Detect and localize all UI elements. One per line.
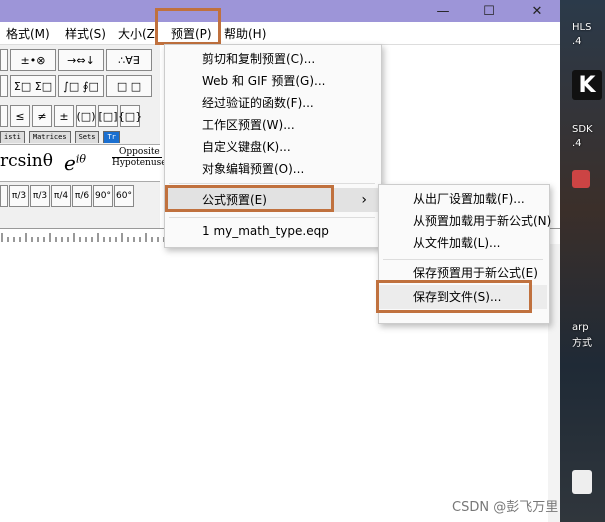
menu-item-verified-functions[interactable]: 经过验证的函数(F)... (165, 91, 314, 115)
menu-item-workspace-prefs[interactable]: 工作区预置(W)... (165, 113, 295, 137)
menu-help[interactable]: 帮助(H) (224, 25, 266, 42)
desktop-label: SDK (572, 124, 593, 135)
template-60-degrees[interactable]: 60° (114, 185, 134, 207)
desktop-shortcut-icon[interactable] (572, 170, 590, 188)
palette-arrows[interactable]: →⇔↓ (58, 49, 104, 71)
equation-prefs-highlight (165, 185, 334, 212)
tab-matrices[interactable]: Matrices (28, 131, 71, 143)
tab-trig[interactable]: Tr (103, 131, 120, 143)
palette-sums[interactable]: Σ□ Σ□ (10, 75, 56, 97)
symbol-leq[interactable]: ≤ (10, 105, 30, 127)
template-euler[interactable]: eiθ (64, 151, 86, 175)
palette-boxes[interactable]: □ □ (106, 75, 152, 97)
menu-style[interactable]: 样式(S) (65, 25, 106, 42)
save-to-file-highlight (376, 280, 532, 313)
template-pi-4[interactable]: π/4 (51, 185, 71, 207)
menu-bar: 格式(M) 样式(S) 大小(Z 预置(P) 帮助(H) (0, 22, 560, 45)
template-fraction[interactable]: Opposite Hypotenuse (112, 147, 167, 168)
palette-integrals[interactable]: ∫□ ∮□ (58, 75, 104, 97)
template-arcsin[interactable]: rcsinθ (0, 151, 53, 171)
palette-button[interactable] (0, 185, 8, 207)
desktop-app-icon[interactable]: K (572, 70, 602, 100)
preferences-dropdown: 剪切和复制预置(C)... Web 和 GIF 预置(G)... 经过验证的函数… (164, 44, 382, 248)
menu-format[interactable]: 格式(M) (6, 25, 50, 42)
template-pi-3[interactable]: π/3 (9, 185, 29, 207)
desktop-label: .4 (572, 138, 582, 149)
menu-separator (383, 259, 543, 260)
template-parens[interactable]: (□) (76, 105, 96, 127)
watermark: CSDN @彭飞万里 (452, 500, 559, 515)
close-button[interactable]: ✕ (514, 0, 560, 22)
menu-item-recent-file[interactable]: 1 my_math_type.eqp (165, 219, 329, 243)
palette-button[interactable] (0, 49, 8, 71)
menu-item-web-gif-prefs[interactable]: Web 和 GIF 预置(G)... (165, 69, 325, 93)
desktop-file-icon[interactable] (572, 470, 592, 494)
menu-item-cut-copy-prefs[interactable]: 剪切和复制预置(C)... (165, 47, 315, 71)
maximize-button[interactable]: ☐ (466, 0, 512, 22)
template-pi-6[interactable]: π/6 (72, 185, 92, 207)
symbol-plusminus[interactable]: ± (54, 105, 74, 127)
menu-item-custom-keyboard[interactable]: 自定义键盘(K)... (165, 135, 291, 159)
desktop-label: HLS (572, 22, 592, 33)
submenu-load-factory[interactable]: 从出厂设置加载(F)... (379, 187, 525, 211)
fraction-denominator: Hypotenuse (112, 158, 167, 168)
desktop-icon-letter: K (578, 72, 596, 98)
palette-button[interactable] (0, 105, 8, 127)
euler-exponent: iθ (75, 152, 86, 166)
menu-size[interactable]: 大小(Z (118, 25, 155, 42)
template-strip: rcsinθ eiθ Opposite Hypotenuse (0, 144, 167, 182)
desktop-label: arp (572, 322, 589, 333)
desktop-label: .4 (572, 36, 582, 47)
palette-operators[interactable]: ±•⊗ (10, 49, 56, 71)
title-bar: — ☐ ✕ (0, 0, 560, 22)
menu-separator (169, 217, 375, 218)
tab-sets[interactable]: Sets (74, 131, 100, 143)
desktop-background: HLS .4 K SDK .4 arp 方式 (560, 0, 605, 522)
minimize-button[interactable]: — (420, 0, 466, 22)
submenu-load-from-file[interactable]: 从文件加载(L)... (379, 231, 501, 255)
menu-preferences-highlight (155, 8, 221, 45)
template-brackets[interactable]: [□] (98, 105, 118, 127)
template-braces[interactable]: {□} (118, 105, 142, 127)
euler-base: e (64, 151, 76, 175)
submenu-load-from-prefs[interactable]: 从预置加载用于新公式(N) (379, 209, 551, 233)
template-90-degrees[interactable]: 90° (93, 185, 113, 207)
template-pi-3[interactable]: π/3 (30, 185, 50, 207)
submenu-arrow-icon: › (361, 192, 367, 208)
fraction-numerator: Opposite (112, 147, 162, 158)
palette-logic[interactable]: ∴∀∃ (106, 49, 152, 71)
symbol-neq[interactable]: ≠ (32, 105, 52, 127)
desktop-label: 方式 (572, 338, 592, 349)
menu-item-object-editing-prefs[interactable]: 对象编辑预置(O)... (165, 157, 304, 181)
menu-separator (169, 183, 375, 184)
tab-statistics[interactable]: isti (0, 131, 25, 143)
palette-button[interactable] (0, 75, 8, 97)
symbol-toolbar: ±•⊗ →⇔↓ ∴∀∃ Σ□ Σ□ ∫□ ∮□ □ □ ≤ ≠ ± (□) [□… (0, 45, 167, 245)
